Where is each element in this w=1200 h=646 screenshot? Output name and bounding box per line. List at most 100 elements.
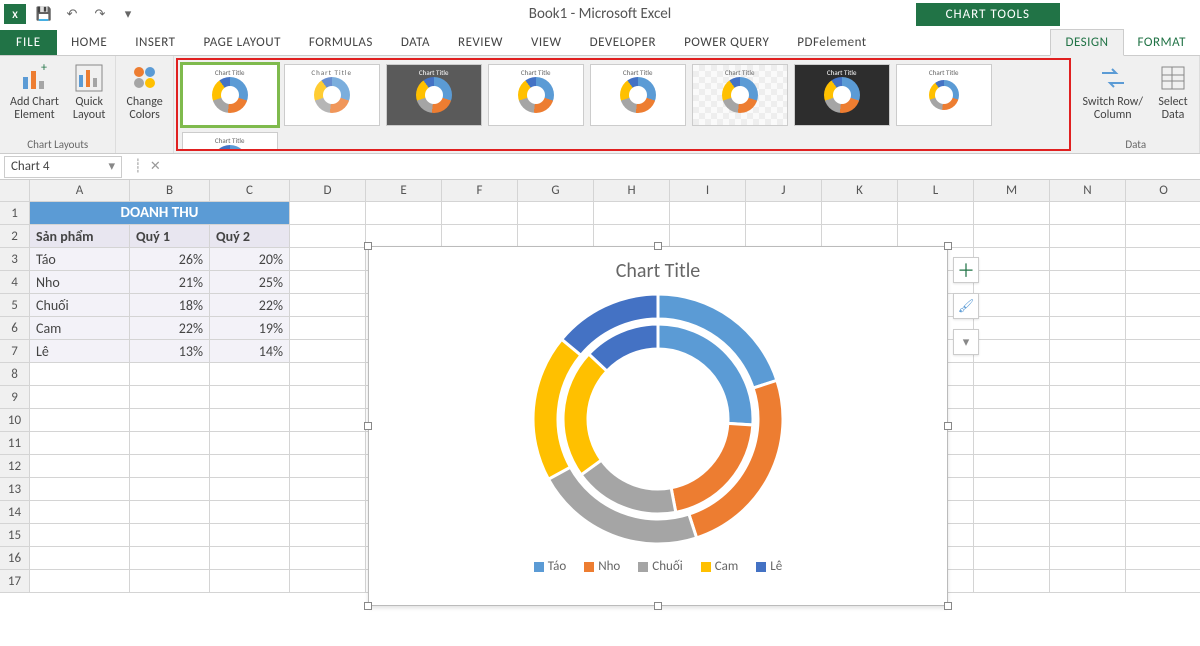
chart-styles-gallery[interactable]: Chart Title Chart Title Chart Title Char… <box>176 58 1071 151</box>
col-header-K[interactable]: K <box>822 180 898 202</box>
col-header-N[interactable]: N <box>1050 180 1126 202</box>
tab-formulas[interactable]: FORMULAS <box>295 30 387 55</box>
table-cell[interactable]: 14% <box>210 340 290 363</box>
chart-styles-button[interactable]: 🖌 <box>953 293 979 319</box>
table-cell[interactable]: 19% <box>210 317 290 340</box>
chart-style-5[interactable]: Chart Title <box>590 64 686 126</box>
table-cell[interactable]: 13% <box>130 340 210 363</box>
row-header[interactable]: 6 <box>0 317 30 340</box>
chart-filters-button[interactable]: ▾ <box>953 329 979 355</box>
row-header[interactable]: 11 <box>0 432 30 455</box>
save-icon[interactable]: 💾 <box>34 4 54 24</box>
row-header[interactable]: 15 <box>0 524 30 547</box>
switch-row-column-icon <box>1097 62 1129 94</box>
row-header[interactable]: 2 <box>0 225 30 248</box>
table-title-cell[interactable]: DOANH THU <box>30 202 290 225</box>
col-header-C[interactable]: C <box>210 180 290 202</box>
chart-style-3[interactable]: Chart Title <box>386 64 482 126</box>
col-header-I[interactable]: I <box>670 180 746 202</box>
table-cell[interactable]: 22% <box>130 317 210 340</box>
table-header-q1[interactable]: Quý 1 <box>130 225 210 248</box>
tab-pdfelement[interactable]: PDFelement <box>783 30 880 55</box>
switch-row-column-button[interactable]: Switch Row/ Column <box>1079 60 1147 124</box>
row-header[interactable]: 1 <box>0 202 30 225</box>
table-cell[interactable]: Nho <box>30 271 130 294</box>
change-colors-button[interactable]: Change Colors <box>122 60 166 124</box>
chart-elements-button[interactable]: ＋ <box>953 257 979 283</box>
col-header-M[interactable]: M <box>974 180 1050 202</box>
chart-style-6[interactable]: Chart Title <box>692 64 788 126</box>
table-cell[interactable]: 20% <box>210 248 290 271</box>
chart-style-1[interactable]: Chart Title <box>182 64 278 126</box>
table-cell[interactable]: 22% <box>210 294 290 317</box>
tab-file[interactable]: FILE <box>0 30 57 55</box>
undo-icon[interactable]: ↶ <box>62 4 82 24</box>
col-header-O[interactable]: O <box>1126 180 1200 202</box>
add-chart-element-icon: + <box>18 62 50 94</box>
select-data-button[interactable]: Select Data <box>1153 60 1193 124</box>
table-header-product[interactable]: Sản phẩm <box>30 225 130 248</box>
chart-legend[interactable]: Táo Nho Chuối Cam Lê <box>369 549 947 580</box>
tab-data[interactable]: DATA <box>387 30 444 55</box>
tab-insert[interactable]: INSERT <box>121 30 189 55</box>
row-header[interactable]: 14 <box>0 501 30 524</box>
doughnut-chart[interactable] <box>518 289 798 549</box>
chart-style-7[interactable]: Chart Title <box>794 64 890 126</box>
chart-style-2[interactable]: Chart Title <box>284 64 380 126</box>
chart-title[interactable]: Chart Title <box>369 247 947 289</box>
select-all-corner[interactable] <box>0 180 30 202</box>
tab-view[interactable]: VIEW <box>517 30 576 55</box>
col-header-J[interactable]: J <box>746 180 822 202</box>
tab-design[interactable]: DESIGN <box>1050 29 1123 56</box>
table-cell[interactable]: 18% <box>130 294 210 317</box>
row-header[interactable]: 16 <box>0 547 30 570</box>
qat-chevron-down-icon[interactable]: ▾ <box>118 4 138 24</box>
tab-format[interactable]: FORMAT <box>1124 30 1200 55</box>
table-cell[interactable]: Chuối <box>30 294 130 317</box>
name-box[interactable]: Chart 4 ▾ <box>4 156 122 178</box>
formula-bar-divider: ┊ <box>134 159 142 174</box>
row-header[interactable]: 3 <box>0 248 30 271</box>
cancel-icon[interactable]: ✕ <box>150 159 161 174</box>
cell-grid[interactable]: DOANH THU Sản phẩm Quý 1 Quý 2 Táo26%20%… <box>30 202 1200 646</box>
redo-icon[interactable]: ↷ <box>90 4 110 24</box>
col-header-L[interactable]: L <box>898 180 974 202</box>
add-chart-element-button[interactable]: + Add Chart Element <box>6 60 63 124</box>
tab-page-layout[interactable]: PAGE LAYOUT <box>190 30 295 55</box>
col-header-H[interactable]: H <box>594 180 670 202</box>
row-header[interactable]: 13 <box>0 478 30 501</box>
chart-style-8[interactable]: Chart Title <box>896 64 992 126</box>
row-header[interactable]: 17 <box>0 570 30 593</box>
col-header-B[interactable]: B <box>130 180 210 202</box>
chart-plot-area[interactable] <box>369 289 947 549</box>
row-header[interactable]: 4 <box>0 271 30 294</box>
col-header-G[interactable]: G <box>518 180 594 202</box>
col-header-E[interactable]: E <box>366 180 442 202</box>
chart-style-9[interactable]: Chart Title <box>182 132 278 151</box>
worksheet[interactable]: A B C D E F G H I J K L M N O 1234567891… <box>0 180 1200 646</box>
row-header[interactable]: 10 <box>0 409 30 432</box>
row-header[interactable]: 8 <box>0 363 30 386</box>
tab-review[interactable]: REVIEW <box>444 30 517 55</box>
row-header[interactable]: 9 <box>0 386 30 409</box>
tab-home[interactable]: HOME <box>57 30 121 55</box>
row-header[interactable]: 12 <box>0 455 30 478</box>
row-header[interactable]: 7 <box>0 340 30 363</box>
table-header-q2[interactable]: Quý 2 <box>210 225 290 248</box>
chevron-down-icon[interactable]: ▾ <box>108 159 115 174</box>
table-cell[interactable]: 25% <box>210 271 290 294</box>
row-header[interactable]: 5 <box>0 294 30 317</box>
tab-power-query[interactable]: POWER QUERY <box>670 30 783 55</box>
tab-developer[interactable]: DEVELOPER <box>576 30 670 55</box>
chart-object[interactable]: Chart Title Táo Nho Chuối Cam Lê ＋ 🖌 <box>368 246 948 606</box>
col-header-F[interactable]: F <box>442 180 518 202</box>
table-cell[interactable]: Lê <box>30 340 130 363</box>
table-cell[interactable]: 21% <box>130 271 210 294</box>
col-header-D[interactable]: D <box>290 180 366 202</box>
table-cell[interactable]: Cam <box>30 317 130 340</box>
table-cell[interactable]: Táo <box>30 248 130 271</box>
col-header-A[interactable]: A <box>30 180 130 202</box>
quick-layout-button[interactable]: Quick Layout <box>69 60 110 124</box>
table-cell[interactable]: 26% <box>130 248 210 271</box>
chart-style-4[interactable]: Chart Title <box>488 64 584 126</box>
